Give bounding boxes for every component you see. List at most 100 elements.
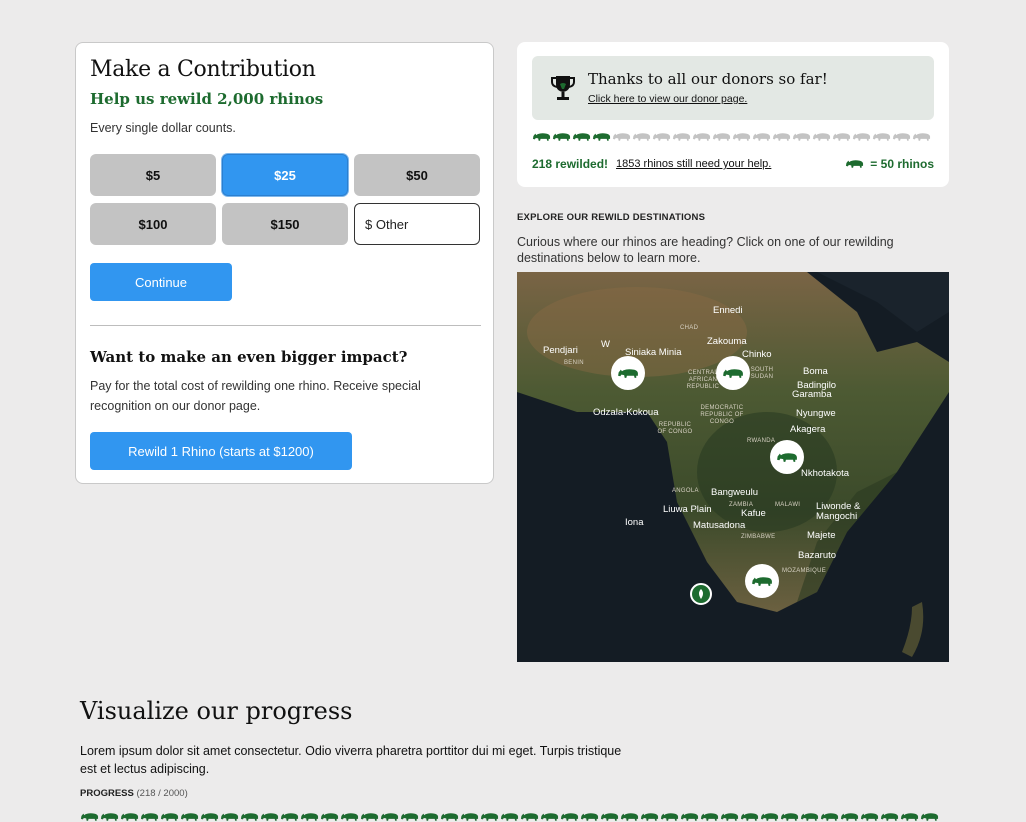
rhino-empty-icon [752,132,771,142]
rhino-progress-icon [260,812,279,822]
place-label: Bangweulu [711,487,759,498]
rhino-progress-icon [440,812,459,822]
place-label: Iona [625,517,644,528]
place-label: Zakouma [707,336,747,347]
contribution-title: Make a Contribution [90,57,316,82]
rhino-progress-icon [460,812,479,822]
country-label: ANGOLA [672,488,699,494]
rhino-empty-icon [872,132,891,142]
place-label: Bazaruto [798,550,837,561]
country-label: CHAD [680,325,699,331]
place-label: Majete [807,530,836,541]
country-label: REPUBLIC OF CONGO [657,422,693,435]
rhino-progress-icon [300,812,319,822]
rhino-progress-icon [360,812,379,822]
rhino-progress-icon [240,812,259,822]
rhino-progress-icon [900,812,919,822]
destination-pin-central[interactable] [716,356,750,390]
africa-map-graphic [517,272,949,662]
rhino-empty-icon [772,132,791,142]
explore-text: Curious where our rhinos are heading? Cl… [517,235,894,265]
place-label: W [601,339,610,350]
rhino-icon [776,452,798,463]
amount-100-button[interactable]: $100 [90,203,216,245]
rhino-progress-icon [100,812,119,822]
place-label: Ennedi [713,305,743,316]
rhino-progress-icon [700,812,719,822]
rhino-progress-icon [600,812,619,822]
rhino-progress-icon [580,812,599,822]
impact-title: Want to make an even bigger impact? [90,348,408,366]
progress-label: PROGRESS (218 / 2000) [80,788,188,799]
rhino-icon [751,576,773,587]
rhino-empty-icon [632,132,651,142]
country-label: ZIMBABWE [741,534,776,540]
destination-pin-east[interactable] [770,440,804,474]
rhino-filled-icon [592,132,611,142]
destination-pin-south[interactable] [745,564,779,598]
destinations-map: CHAD BENIN CENTRAL AFRICAN REPUBLIC SOUT… [517,272,949,662]
rhino-icon [722,368,744,379]
amount-25-button[interactable]: $25 [222,154,348,196]
amount-5-button[interactable]: $5 [90,154,216,196]
rhino-empty-icon [672,132,691,142]
rhino-progress-icon [820,812,839,822]
country-label: SOUTH SUDAN [750,367,774,380]
rhino-filled-icon [532,132,551,142]
need-help-link[interactable]: 1853 rhinos still need your help. [616,158,771,170]
rhino-progress-icon [140,812,159,822]
rhino-progress-icon [120,812,139,822]
destination-pin-leaf[interactable] [690,583,712,605]
rhino-empty-icon [832,132,851,142]
country-label: RWANDA [747,438,776,444]
place-label: Chinko [742,349,772,360]
place-label: Odzala-Kokoua [593,407,659,418]
continue-button[interactable]: Continue [90,263,232,301]
rhino-empty-icon [812,132,831,142]
rhino-progress-icon [880,812,899,822]
rhino-progress-icon [380,812,399,822]
donor-page-link[interactable]: Click here to view our donor page. [588,93,747,105]
contribution-card: Make a Contribution Help us rewild 2,000… [75,42,494,484]
rhino-progress-icon [640,812,659,822]
progress-text: Lorem ipsum dolor sit amet consectetur. … [80,744,622,776]
progress-count: (218 / 2000) [136,788,188,799]
rhino-progress-icon [280,812,299,822]
other-amount-input[interactable]: $ Other [354,203,480,245]
rhino-progress-icon [520,812,539,822]
place-label: Garamba [792,389,832,400]
rhino-empty-icon [852,132,871,142]
rhino-empty-icon [792,132,811,142]
progress-rhino-meter [80,812,939,822]
divider [90,325,481,326]
amount-50-button[interactable]: $50 [354,154,480,196]
place-label: Nyungwe [796,408,836,419]
rhino-progress-icon [760,812,779,822]
legend-text: = 50 rhinos [870,157,934,171]
amount-150-button[interactable]: $150 [222,203,348,245]
place-label: Boma [803,366,828,377]
rhino-empty-icon [612,132,631,142]
rhino-empty-icon [712,132,731,142]
place-label: Pendjari [543,345,578,356]
rhino-progress-icon [860,812,879,822]
progress-title: Visualize our progress [80,697,353,725]
rhino-progress-icon [540,812,559,822]
rhino-progress-icon [80,812,99,822]
rhino-progress-icon [780,812,799,822]
rhino-progress-icon [620,812,639,822]
rhino-progress-icon [680,812,699,822]
rhino-progress-icon [800,812,819,822]
leaf-icon [699,589,703,599]
explore-heading: EXPLORE OUR REWILD DESTINATIONS [517,212,706,223]
place-label: Akagera [790,424,826,435]
rhino-progress-icon [180,812,199,822]
rhino-progress-icon [560,812,579,822]
rhino-empty-icon [732,132,751,142]
rhino-progress-icon [320,812,339,822]
impact-text: Pay for the total cost of rewilding one … [90,379,421,413]
rewild-rhino-button[interactable]: Rewild 1 Rhino (starts at $1200) [90,432,352,470]
place-label: Mangochi [816,511,858,522]
rhino-empty-icon [652,132,671,142]
destination-pin-west[interactable] [611,356,645,390]
